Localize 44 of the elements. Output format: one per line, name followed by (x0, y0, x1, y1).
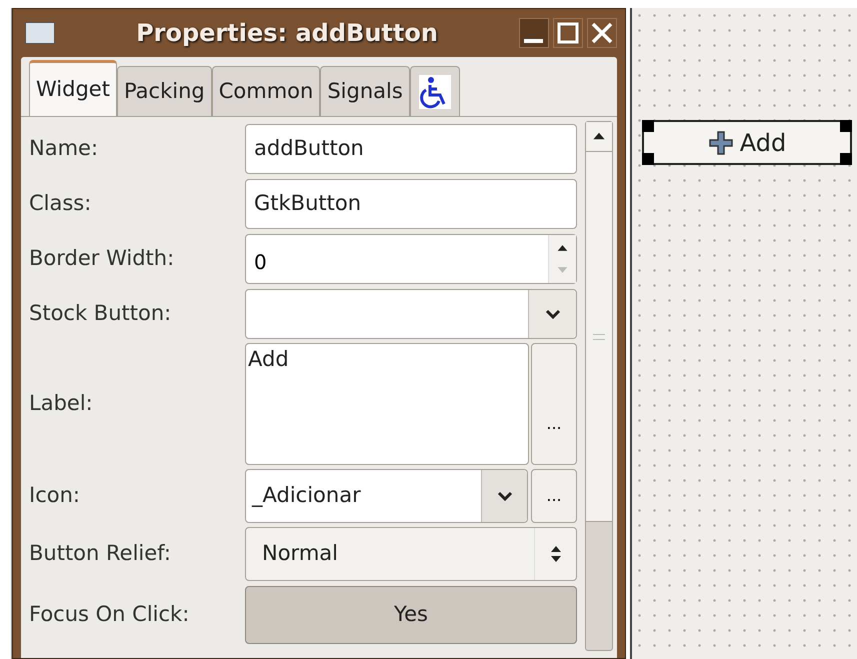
property-label: Button Relief: (28, 540, 172, 568)
text-field[interactable]: GtkButton (245, 178, 577, 228)
maximize-icon[interactable] (553, 18, 583, 48)
combo-field[interactable] (245, 288, 577, 338)
spin-value: 0 (253, 248, 268, 276)
window-title: Properties: addButton (135, 18, 439, 49)
property-label: Stock Button: (28, 300, 172, 327)
ellipsis-button[interactable]: ... (531, 343, 577, 465)
ellipsis-button[interactable]: ... (531, 469, 577, 523)
dropdown-value: Normal (261, 540, 339, 568)
scrollbar[interactable] (585, 121, 613, 651)
text-field[interactable]: addButton (245, 124, 577, 174)
tab[interactable]: Common (212, 66, 320, 116)
tab[interactable]: Signals (320, 66, 410, 116)
selection-handle[interactable] (642, 153, 654, 165)
spin-field[interactable]: 0 (245, 234, 577, 284)
toggle-button[interactable]: Yes (245, 586, 577, 644)
selection-handle[interactable] (840, 120, 852, 132)
chevron-down-icon (496, 490, 512, 502)
plus-icon (708, 130, 734, 156)
tab[interactable]: Widget (29, 60, 117, 116)
selection-handle[interactable] (642, 120, 654, 132)
tab[interactable]: Packing (116, 66, 212, 116)
add-button[interactable]: Add (642, 120, 852, 165)
selection-handle[interactable] (840, 153, 852, 165)
up-down-arrows-icon (550, 544, 562, 564)
property-label: Border Width: (28, 244, 176, 272)
dropdown-button[interactable]: Normal (245, 527, 577, 581)
property-label: Label: (28, 390, 94, 418)
property-label: Focus On Click: (28, 601, 190, 628)
property-label: Icon: (28, 482, 81, 510)
text-area[interactable]: Add (245, 343, 529, 465)
wheelchair-icon (418, 74, 451, 108)
scroll-thumb[interactable] (586, 152, 612, 522)
accessibility-tab[interactable] (410, 66, 460, 116)
close-icon[interactable] (587, 18, 617, 48)
property-label: Class: (28, 190, 92, 217)
property-label: Name: (28, 134, 100, 162)
scroll-up-icon[interactable] (586, 122, 612, 152)
window-menu-icon[interactable] (25, 22, 55, 44)
chevron-down-icon (544, 308, 560, 320)
combo-field[interactable]: _Adicionar (245, 469, 528, 523)
combo-value: _Adicionar (250, 482, 362, 510)
minimize-icon[interactable] (519, 18, 549, 48)
